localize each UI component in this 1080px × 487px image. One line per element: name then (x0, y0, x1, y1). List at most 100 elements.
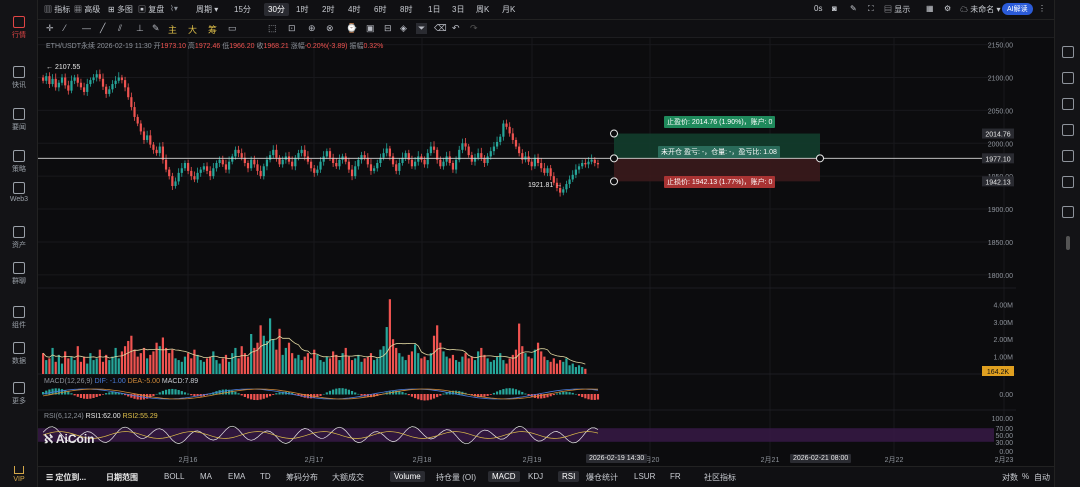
sidebar-item-8[interactable]: 数据 (0, 342, 38, 366)
watchlist-icon[interactable] (1062, 46, 1074, 58)
sidebar-item-7[interactable]: 组件 (0, 306, 38, 330)
gear-icon[interactable]: ⚙ (944, 4, 951, 13)
interval-3[interactable]: 2时 (322, 4, 334, 15)
indicator-tab-7[interactable]: 持仓量 (OI) (436, 472, 476, 483)
price-tick-5: 1900.00 (988, 207, 1013, 214)
redo-icon[interactable]: ↷ (470, 23, 478, 34)
vip-badge[interactable]: VIP (0, 466, 38, 483)
interval-10[interactable]: 月K (502, 4, 515, 15)
indicator-tab-3[interactable]: TD (260, 472, 271, 481)
edit-icon[interactable]: ✎ (850, 4, 857, 13)
line-tool-icon[interactable]: ⁄ (64, 23, 66, 33)
volume-tick-2: 2.00M (994, 337, 1014, 344)
interval-2[interactable]: 1时 (296, 4, 308, 15)
main-chart-button[interactable]: 主 (168, 23, 177, 36)
sidebar-item-0[interactable]: 行情 (0, 16, 38, 40)
orderbook-icon[interactable] (1062, 72, 1074, 84)
auto-toggle[interactable]: 自动 (1034, 472, 1050, 483)
trades-icon[interactable] (1062, 98, 1074, 110)
date-range-button[interactable]: 日期范围 (106, 472, 138, 483)
interval-6[interactable]: 8时 (400, 4, 412, 15)
indicator-tab-11[interactable]: 爆仓统计 (586, 472, 618, 483)
camera-icon[interactable]: ◙ (832, 4, 837, 13)
trend-line-icon[interactable]: ╱ (100, 23, 105, 34)
multi-chart-button[interactable]: ⊞ 多图 (108, 4, 133, 15)
chart-area[interactable]: 2150.002100.002050.002000.001950.001900.… (38, 38, 1016, 464)
interval-4[interactable]: 4时 (348, 4, 360, 15)
stop-loss-label[interactable]: 止损价: 1942.13 (1.77%)，账户: 0 (664, 176, 776, 188)
select-icon[interactable]: ⬚ (268, 23, 277, 34)
collapse-handle[interactable] (1066, 236, 1070, 250)
sidebar-item-1[interactable]: 快讯 (0, 66, 38, 90)
magnet-icon[interactable]: ⊗ (326, 23, 334, 34)
indicator-tab-4[interactable]: 筹码分布 (286, 472, 318, 483)
template-dropdown[interactable]: ☁ 未命名 ▾ (960, 4, 1000, 15)
pattern-icon[interactable]: ⊥ (136, 23, 144, 34)
chart-type-icon[interactable]: ⌇▾ (170, 4, 178, 13)
more-vertical-icon[interactable]: ⋮ (1038, 4, 1046, 13)
note-icon[interactable] (1062, 176, 1074, 188)
sidebar-item-6[interactable]: 群聊 (0, 262, 38, 286)
sidebar-item-2[interactable]: 要闻 (0, 108, 38, 132)
large-order-button[interactable]: 大 (188, 23, 197, 36)
locate-button[interactable]: ☰ 定位到... (46, 472, 86, 483)
delete-icon[interactable]: ⌫ (434, 23, 447, 34)
macd-hist-12 (79, 394, 83, 398)
sidebar-item-4[interactable]: Web3 (0, 182, 38, 203)
alarm-icon[interactable] (1062, 150, 1074, 162)
sidebar-item-5[interactable]: 资产 (0, 226, 38, 250)
volume-bar-59 (228, 361, 231, 374)
fullscreen-icon[interactable]: ⛶ (868, 4, 874, 14)
clock-icon[interactable] (1062, 124, 1074, 136)
brush-icon[interactable]: ✎ (152, 23, 160, 34)
period-dropdown[interactable]: 周期 ▾ (196, 4, 218, 15)
advanced-button[interactable]: ▦ 高级 (74, 4, 100, 15)
indicator-tab-10[interactable]: RSI (558, 471, 580, 482)
zoom-icon[interactable]: ⊕ (308, 23, 316, 34)
indicator-tab-1[interactable]: MA (200, 472, 212, 481)
filter-icon[interactable]: ⏷ (416, 23, 428, 34)
log-scale-toggle[interactable]: 对数 (1002, 472, 1018, 483)
position-info-label[interactable]: 未开仓 盈亏: -，仓量: -，盈亏比: 1.08 (658, 146, 780, 158)
alert-icon[interactable]: ⌚ (346, 23, 357, 34)
indicator-tab-0[interactable]: BOLL (164, 472, 184, 481)
indicator-tab-9[interactable]: KDJ (528, 472, 543, 481)
sidebar-item-3[interactable]: 策略 (0, 150, 38, 174)
macd-hist-99 (354, 392, 357, 395)
indicator-tab-8[interactable]: MACD (488, 471, 520, 482)
ai-analysis-button[interactable]: AI解读 (1002, 3, 1033, 15)
undo-icon[interactable]: ↶ (452, 23, 460, 34)
sidebar-item-9[interactable]: 更多 (0, 382, 38, 406)
interval-5[interactable]: 6时 (374, 4, 386, 15)
display-button[interactable]: ▤ 显示 (884, 4, 910, 15)
indicator-tab-13[interactable]: FR (670, 472, 681, 481)
text-tool-icon[interactable]: ▣ (366, 23, 375, 34)
measure-icon[interactable]: ⊡ (288, 23, 296, 34)
take-profit-label[interactable]: 止盈价: 2014.76 (1.90%)，账户: 0 (664, 116, 776, 128)
indicator-tab-5[interactable]: 大额成交 (332, 472, 364, 483)
panel-icon[interactable] (1062, 206, 1074, 218)
interval-1[interactable]: 30分 (264, 3, 289, 16)
indicator-tab-2[interactable]: EMA (228, 472, 245, 481)
lock-icon[interactable]: ⊟ (384, 23, 392, 34)
volume-bar-34 (149, 354, 152, 374)
chart-svg[interactable]: 2150.002100.002050.002000.001950.001900.… (38, 38, 1016, 464)
interval-7[interactable]: 1日 (428, 4, 440, 15)
indicator-tab-6[interactable]: Volume (390, 471, 425, 482)
candle-body-169 (574, 169, 577, 175)
eye-icon[interactable]: ◈ (400, 23, 407, 34)
percent-toggle[interactable]: % (1022, 472, 1029, 481)
layout-icon[interactable]: ▦ (926, 4, 934, 13)
ruler-icon[interactable]: ▭ (228, 23, 237, 34)
indicator-button[interactable]: ▥ 指标 (44, 4, 70, 15)
crosshair-icon[interactable]: ✛ (46, 23, 54, 34)
channel-icon[interactable]: ⫽ (118, 23, 122, 34)
ray-tool-icon[interactable]: — (82, 23, 91, 33)
interval-9[interactable]: 周K (476, 4, 489, 15)
indicator-tab-14[interactable]: 社区指标 (704, 472, 736, 483)
indicator-tab-12[interactable]: LSUR (634, 472, 655, 481)
interval-0[interactable]: 15分 (234, 4, 251, 15)
chip-button[interactable]: 筹 (208, 23, 217, 36)
replay-button[interactable]: ▣ 复盘 (138, 4, 164, 15)
interval-8[interactable]: 3日 (452, 4, 464, 15)
